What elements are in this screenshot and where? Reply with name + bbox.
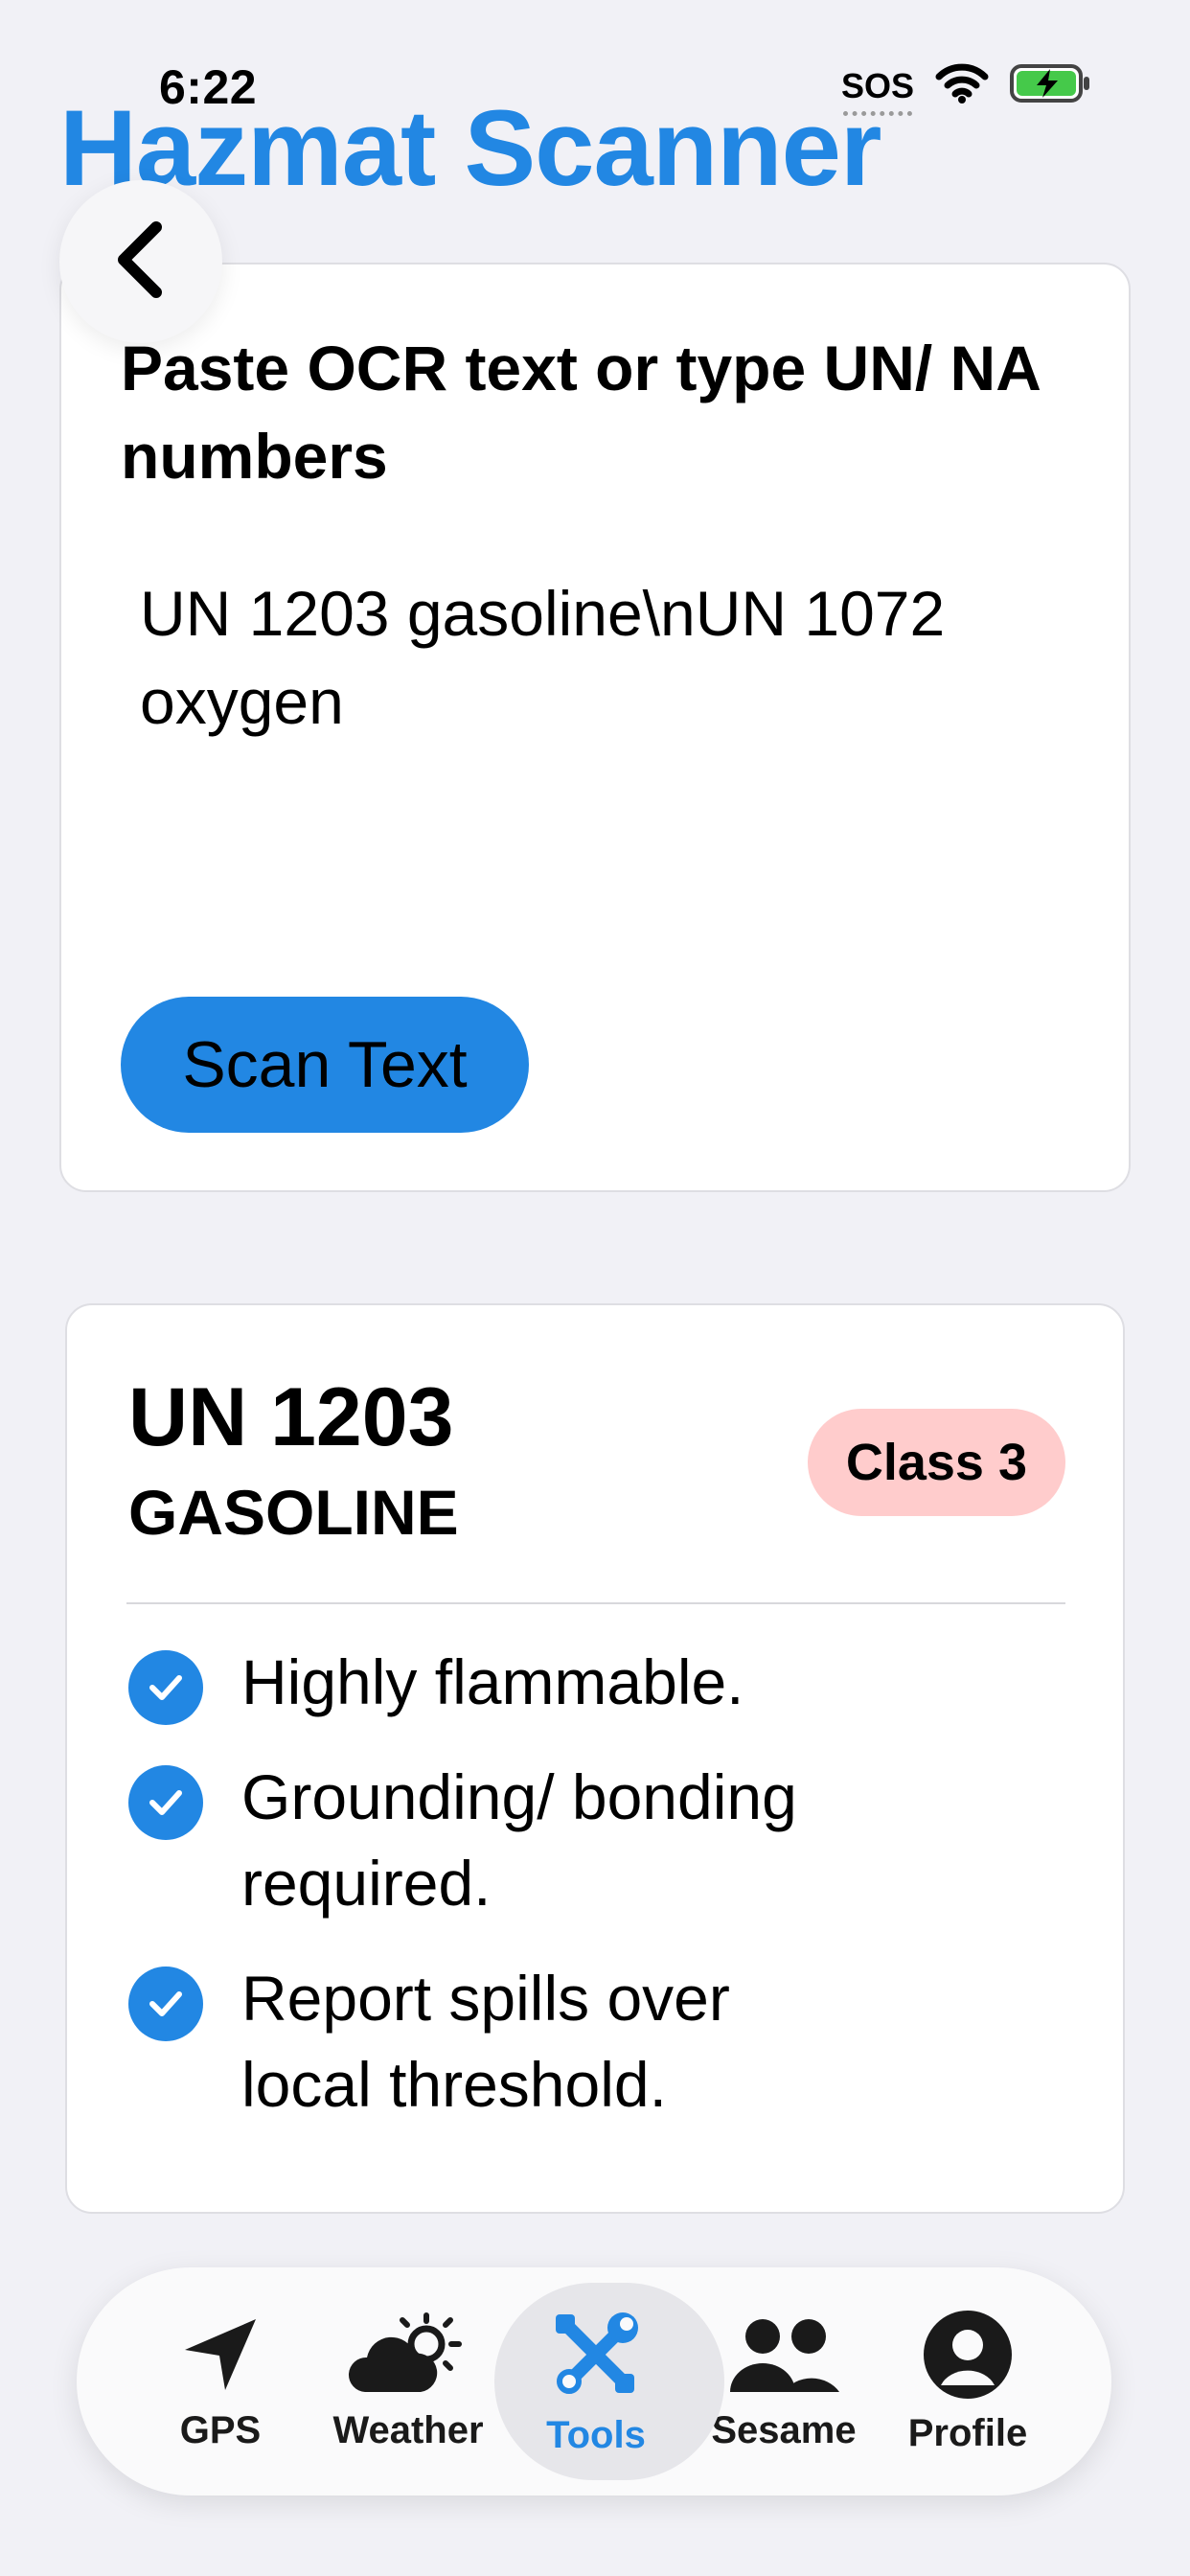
tab-gps[interactable]: GPS [125, 2267, 316, 2496]
location-arrow-icon [177, 2312, 263, 2398]
tab-label: Profile [907, 2411, 1028, 2454]
safety-notes-list: Highly flammable. Grounding/ bonding req… [128, 1639, 1065, 2156]
input-prompt-label: Paste OCR text or type UN/ NA numbers [121, 333, 1040, 492]
tab-weather[interactable]: Weather [312, 2267, 504, 2496]
scan-text-button[interactable]: Scan Text [121, 997, 529, 1133]
battery-charging-icon [1010, 63, 1092, 108]
checkmark-circle-icon [128, 1966, 203, 2041]
note-text: Report spills over local threshold. [241, 1963, 730, 2120]
wrench-screwdriver-icon [548, 2307, 644, 2403]
hazmat-result-card: UN 1203 GASOLINE Class 3 Highly flammabl… [65, 1303, 1125, 2214]
ocr-text-field[interactable]: UN 1203 gasoline\nUN 1072 oxygen [140, 569, 1002, 746]
tab-label: Tools [546, 2413, 646, 2456]
people-icon [724, 2312, 843, 2398]
cloud-sun-icon [346, 2312, 470, 2398]
tab-profile[interactable]: Profile [872, 2267, 1064, 2496]
tab-label: GPS [179, 2408, 262, 2451]
note-text: Grounding/ bonding required. [241, 1761, 797, 1919]
un-number: UN 1203 [128, 1371, 454, 1463]
tab-tools[interactable]: Tools [494, 2267, 724, 2496]
wifi-icon [935, 63, 989, 108]
ocr-input-card: Paste OCR text or type UN/ NA numbers UN… [59, 263, 1131, 1192]
person-circle-icon [922, 2309, 1014, 2401]
checkmark-circle-icon [128, 1765, 203, 1840]
tab-bar: GPS Weather Tools Sesame Profile [77, 2267, 1111, 2496]
chevron-left-icon [112, 219, 170, 305]
tab-label: Sesame [711, 2408, 857, 2451]
hazard-class-badge: Class 3 [807, 1409, 1065, 1516]
checkmark-circle-icon [128, 1650, 203, 1725]
list-item: Grounding/ bonding required. [128, 1754, 1065, 1926]
divider [126, 1602, 1065, 1604]
back-button[interactable] [59, 180, 222, 343]
tab-label: Weather [332, 2408, 484, 2451]
material-name: GASOLINE [128, 1477, 459, 1548]
app-screen: 6:22 SOS Hazmat Scanner Paste OCR text o… [0, 0, 1190, 2576]
list-item: Report spills over local threshold. [128, 1955, 1065, 2128]
note-text: Highly flammable. [241, 1646, 744, 1717]
list-item: Highly flammable. [128, 1639, 1065, 1725]
